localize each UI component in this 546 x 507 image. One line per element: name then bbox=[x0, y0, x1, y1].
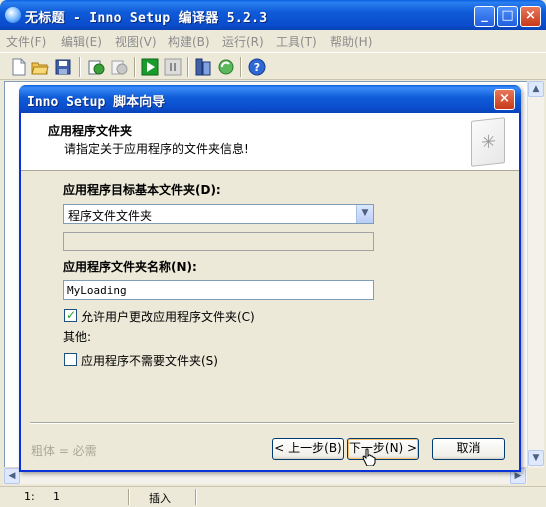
window-title: 无标题 - Inno Setup 编译器 5.2.3 bbox=[25, 11, 268, 26]
menu-edit[interactable]: 编辑(E) bbox=[61, 33, 102, 50]
wizard-page-icon: ✳ bbox=[471, 117, 505, 167]
allow-change-label[interactable]: 允许用户更改应用程序文件夹(C) bbox=[81, 308, 255, 325]
status-col: 1 bbox=[53, 490, 60, 503]
new-file-icon[interactable] bbox=[10, 58, 28, 76]
status-mode: 插入 bbox=[149, 492, 171, 505]
header-subtitle: 请指定关于应用程序的文件夹信息! bbox=[64, 142, 249, 156]
base-folder-label: 应用程序目标基本文件夹(D): bbox=[63, 183, 221, 197]
dialog-titlebar[interactable]: Inno Setup 脚本向导 × bbox=[19, 85, 521, 113]
svg-text:?: ? bbox=[254, 61, 260, 74]
allow-change-checkbox[interactable]: ✓ bbox=[64, 308, 77, 322]
menu-view[interactable]: 视图(V) bbox=[115, 33, 157, 50]
hand-cursor-icon bbox=[362, 448, 376, 466]
required-note: 粗体 = 必需 bbox=[31, 444, 97, 458]
toolbar-separator bbox=[134, 57, 136, 77]
base-folder-select[interactable]: 程序文件文件夹 ▼ bbox=[63, 204, 374, 224]
main-titlebar[interactable]: 无标题 - Inno Setup 编译器 5.2.3 _ □ × bbox=[0, 0, 546, 30]
run-icon[interactable] bbox=[141, 58, 159, 76]
status-separator bbox=[195, 489, 197, 505]
menu-build[interactable]: 构建(B) bbox=[168, 33, 210, 50]
menubar: 文件(F) 编辑(E) 视图(V) 构建(B) 运行(R) 工具(T) 帮助(H… bbox=[0, 30, 546, 51]
folder-name-label: 应用程序文件夹名称(N): bbox=[63, 260, 197, 274]
compile-icon[interactable] bbox=[87, 58, 105, 76]
status-separator bbox=[128, 489, 130, 505]
dialog-header: 应用程序文件夹 请指定关于应用程序的文件夹信息! ✳ bbox=[21, 113, 519, 171]
dialog-title: Inno Setup 脚本向导 bbox=[27, 95, 166, 110]
maximize-button[interactable]: □ bbox=[497, 6, 518, 27]
scroll-down-icon[interactable]: ▼ bbox=[528, 450, 544, 466]
footer-divider bbox=[30, 422, 514, 424]
header-title: 应用程序文件夹 bbox=[48, 124, 133, 138]
app-icon[interactable] bbox=[5, 7, 21, 23]
other-label: 其他: bbox=[63, 330, 92, 344]
script-wizard-dialog: Inno Setup 脚本向导 × 应用程序文件夹 请指定关于应用程序的文件夹信… bbox=[19, 85, 521, 472]
open-folder-icon[interactable] bbox=[31, 58, 49, 76]
save-icon[interactable] bbox=[54, 58, 72, 76]
vertical-scrollbar[interactable]: ▲ ▼ bbox=[527, 81, 544, 468]
back-button[interactable]: < 上一步(B) bbox=[272, 438, 344, 460]
base-folder-value: 程序文件文件夹 bbox=[68, 209, 153, 223]
toolbar-separator bbox=[240, 57, 242, 77]
wizard-icon[interactable] bbox=[194, 58, 212, 76]
scroll-left-icon[interactable]: ◀ bbox=[4, 468, 20, 484]
close-button[interactable]: × bbox=[520, 6, 541, 27]
folder-name-value: MyLoading bbox=[67, 284, 127, 297]
refresh-icon[interactable] bbox=[217, 58, 235, 76]
chevron-down-icon[interactable]: ▼ bbox=[356, 205, 373, 223]
no-folder-checkbox[interactable] bbox=[64, 353, 77, 366]
scroll-up-icon[interactable]: ▲ bbox=[528, 81, 544, 97]
stop-compile-icon[interactable] bbox=[110, 58, 128, 76]
toolbar: ? bbox=[0, 52, 546, 80]
menu-run[interactable]: 运行(R) bbox=[222, 33, 264, 50]
custom-folder-field bbox=[63, 232, 374, 251]
toolbar-separator bbox=[187, 57, 189, 77]
pause-icon[interactable] bbox=[164, 58, 182, 76]
dialog-close-button[interactable]: × bbox=[494, 89, 515, 110]
menu-help[interactable]: 帮助(H) bbox=[330, 33, 372, 50]
menu-tools[interactable]: 工具(T) bbox=[276, 33, 317, 50]
status-line: 1: bbox=[24, 490, 35, 503]
cancel-button[interactable]: 取消 bbox=[432, 438, 505, 460]
folder-name-input[interactable]: MyLoading bbox=[63, 280, 374, 300]
next-button[interactable]: 下一步(N) > bbox=[347, 438, 419, 460]
statusbar: 1: 1 插入 bbox=[0, 486, 546, 507]
help-icon[interactable]: ? bbox=[248, 58, 266, 76]
menu-file[interactable]: 文件(F) bbox=[6, 33, 46, 50]
toolbar-separator bbox=[79, 57, 81, 77]
minimize-button[interactable]: _ bbox=[474, 6, 495, 27]
no-folder-label[interactable]: 应用程序不需要文件夹(S) bbox=[81, 352, 218, 369]
